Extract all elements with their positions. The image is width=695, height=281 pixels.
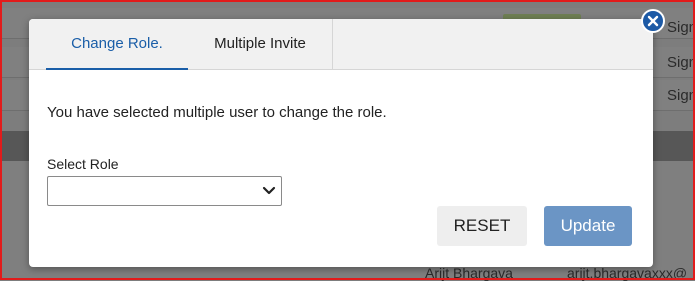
close-button[interactable] (641, 9, 665, 33)
update-button[interactable]: Update (544, 206, 632, 246)
reset-button[interactable]: RESET (437, 206, 527, 246)
tab-multiple-invite[interactable]: Multiple Invite (188, 19, 333, 69)
tab-change-role[interactable]: Change Role. (46, 19, 188, 70)
background-user-email: arijt.bhargavaxxx@ (567, 265, 688, 281)
selection-message: You have selected multiple user to chang… (47, 104, 387, 121)
close-icon (647, 15, 659, 27)
select-role-dropdown[interactable] (47, 176, 282, 206)
chevron-down-icon (262, 186, 276, 195)
background-sign-link: Sign (667, 87, 695, 104)
background-sign-link: Sign (667, 19, 695, 36)
change-role-modal: Change Role. Multiple Invite You have se… (29, 19, 653, 267)
modal-tab-bar: Change Role. Multiple Invite (29, 19, 653, 70)
background-sign-link: Sign (667, 54, 695, 71)
select-role-label: Select Role (47, 156, 119, 172)
background-user-name: Arijt Bhargava (425, 265, 513, 281)
